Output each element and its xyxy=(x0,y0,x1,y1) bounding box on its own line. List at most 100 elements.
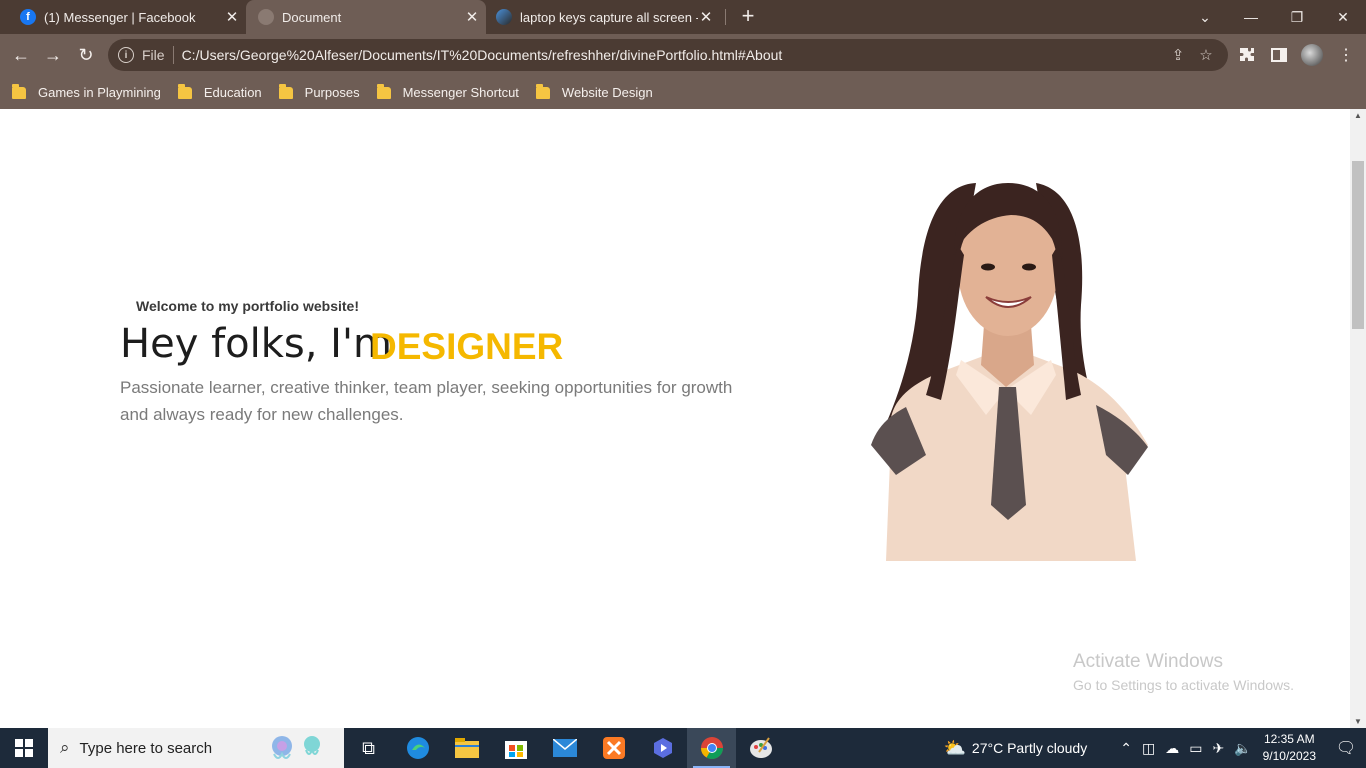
facebook-icon: f xyxy=(20,9,36,25)
tab-strip: f (1) Messenger | Facebook ✕ Document ✕ … xyxy=(0,0,1366,34)
onedrive-icon[interactable]: ☁ xyxy=(1165,740,1179,757)
globe-icon xyxy=(258,9,274,25)
folder-icon xyxy=(376,83,391,99)
side-panel-icon xyxy=(1271,48,1287,62)
welcome-text: Welcome to my portfolio website! xyxy=(136,298,359,314)
search-icon: ⌕ xyxy=(60,738,70,757)
extensions-button[interactable] xyxy=(1236,44,1258,66)
system-tray: ⛅ 27°C Partly cloudy ⌃ ◫ ☁ ▭ ✈ 🔈 12:35 A… xyxy=(943,728,1366,768)
hero-role: DESIGNER xyxy=(370,326,564,367)
minimize-icon: — xyxy=(1244,9,1258,25)
tab-title: laptop keys capture all screen - G xyxy=(520,9,698,25)
tab-search-button[interactable]: ⌄ xyxy=(1182,0,1228,34)
folder-icon xyxy=(535,83,550,99)
profile-avatar[interactable] xyxy=(1301,44,1323,66)
page-viewport: Welcome to my portfolio website! Hey fol… xyxy=(0,109,1350,728)
tab-title: (1) Messenger | Facebook xyxy=(44,9,196,25)
url-text[interactable]: C:/Users/George%20Alfeser/Documents/IT%2… xyxy=(182,47,1164,63)
hero-heading: Hey folks, I'm xyxy=(120,321,392,367)
bookmark-purposes[interactable]: Purposes xyxy=(278,83,360,100)
activate-windows-watermark: Activate Windows Go to Settings to activ… xyxy=(1073,651,1294,693)
share-icon[interactable]: ⇪ xyxy=(1164,46,1192,64)
task-view-button[interactable]: ⧉ xyxy=(344,728,393,768)
notification-center-button[interactable]: 🗨 xyxy=(1326,728,1366,768)
edge-icon xyxy=(406,737,429,759)
restore-button[interactable]: ❐ xyxy=(1274,0,1320,34)
close-icon: ✕ xyxy=(1337,8,1349,25)
arrow-right-icon: → xyxy=(44,44,62,65)
mail-taskbar-button[interactable] xyxy=(540,728,589,768)
side-panel-button[interactable] xyxy=(1268,44,1290,66)
windows-logo-icon xyxy=(15,739,33,757)
browser-toolbar: ← → ↻ i File C:/Users/George%20Alfeser/D… xyxy=(0,34,1366,76)
app-taskbar-button[interactable] xyxy=(638,728,687,768)
taskbar-search-box[interactable]: ⌕ Type here to search xyxy=(48,728,344,768)
bookmark-education[interactable]: Education xyxy=(177,83,262,100)
address-bar[interactable]: i File C:/Users/George%20Alfeser/Documen… xyxy=(108,39,1228,71)
chevron-up-icon[interactable]: ⌃ xyxy=(1120,740,1132,757)
tab-document[interactable]: Document ✕ xyxy=(246,0,486,34)
folder-icon xyxy=(278,83,293,99)
chevron-down-icon: ⌄ xyxy=(1199,8,1211,25)
store-taskbar-button[interactable] xyxy=(491,728,540,768)
microsoft-store-icon xyxy=(504,741,527,759)
google-icon xyxy=(496,9,512,25)
scroll-up-icon[interactable]: ▲ xyxy=(1354,111,1362,120)
volume-icon[interactable]: 🔈 xyxy=(1234,740,1251,757)
xampp-taskbar-button[interactable] xyxy=(589,728,638,768)
bookmark-website-design[interactable]: Website Design xyxy=(535,83,653,100)
minimize-button[interactable]: — xyxy=(1228,0,1274,34)
hero-tagline: Passionate learner, creative thinker, te… xyxy=(120,378,733,424)
menu-button[interactable]: ⋮ xyxy=(1335,44,1357,66)
bookmark-star-icon[interactable]: ☆ xyxy=(1192,46,1220,64)
mail-icon xyxy=(552,739,577,757)
system-clock[interactable]: 12:35 AM 9/10/2023 xyxy=(1263,731,1316,765)
divider xyxy=(172,46,174,64)
airplane-mode-icon[interactable]: ✈ xyxy=(1212,740,1224,757)
back-button[interactable]: ← xyxy=(9,43,33,67)
file-explorer-taskbar-button[interactable] xyxy=(442,728,491,768)
clock-date: 9/10/2023 xyxy=(1262,749,1316,763)
notification-icon: 🗨 xyxy=(1335,740,1357,757)
new-tab-button[interactable]: + xyxy=(738,5,758,27)
puzzle-icon xyxy=(1240,48,1254,61)
restore-icon: ❐ xyxy=(1290,8,1304,25)
bookmark-messenger-shortcut[interactable]: Messenger Shortcut xyxy=(376,83,519,100)
tab-title: Document xyxy=(282,9,342,25)
scrollbar-thumb[interactable] xyxy=(1352,161,1364,329)
clock-time: 12:35 AM xyxy=(1263,732,1315,746)
edge-taskbar-button[interactable] xyxy=(393,728,442,768)
reload-icon: ↻ xyxy=(78,44,94,65)
paint-taskbar-button[interactable] xyxy=(736,728,785,768)
tab-messenger[interactable]: f (1) Messenger | Facebook ✕ xyxy=(12,0,246,34)
xampp-icon xyxy=(602,737,625,759)
battery-icon[interactable]: ▭ xyxy=(1189,740,1202,757)
close-window-button[interactable]: ✕ xyxy=(1320,0,1366,34)
folder-icon xyxy=(454,738,479,758)
partly-cloudy-icon: ⛅ xyxy=(943,737,966,758)
forward-button[interactable]: → xyxy=(41,43,65,67)
bookmark-label: Messenger Shortcut xyxy=(402,85,519,100)
task-view-icon: ⧉ xyxy=(362,737,375,758)
chrome-taskbar-button[interactable] xyxy=(687,728,736,768)
meet-now-icon[interactable]: ◫ xyxy=(1142,740,1155,757)
watermark-subtitle: Go to Settings to activate Windows. xyxy=(1073,677,1294,693)
search-placeholder: Type here to search xyxy=(79,739,213,757)
close-tab-icon[interactable]: ✕ xyxy=(224,8,240,26)
close-tab-icon[interactable]: ✕ xyxy=(698,8,714,26)
reload-button[interactable]: ↻ xyxy=(74,43,98,67)
bookmark-games-in-playmining[interactable]: Games in Playmining xyxy=(12,83,161,100)
kebab-menu-icon: ⋮ xyxy=(1338,47,1354,64)
info-icon[interactable]: i xyxy=(118,47,134,63)
weather-text[interactable]: 27°C Partly cloudy xyxy=(972,740,1087,756)
scroll-down-icon[interactable]: ▼ xyxy=(1354,717,1362,726)
tab-google-search[interactable]: laptop keys capture all screen - G ✕ xyxy=(488,0,726,34)
bookmarks-bar: Games in Playmining Education Purposes M… xyxy=(0,76,1366,109)
start-button[interactable] xyxy=(0,728,48,768)
page-scrollbar[interactable]: ▲ ▼ xyxy=(1350,109,1366,728)
arrow-left-icon: ← xyxy=(12,44,30,65)
profile-photo xyxy=(871,183,1148,561)
close-tab-icon[interactable]: ✕ xyxy=(464,8,480,26)
watermark-title: Activate Windows xyxy=(1073,651,1223,672)
bookmark-label: Games in Playmining xyxy=(38,85,161,100)
